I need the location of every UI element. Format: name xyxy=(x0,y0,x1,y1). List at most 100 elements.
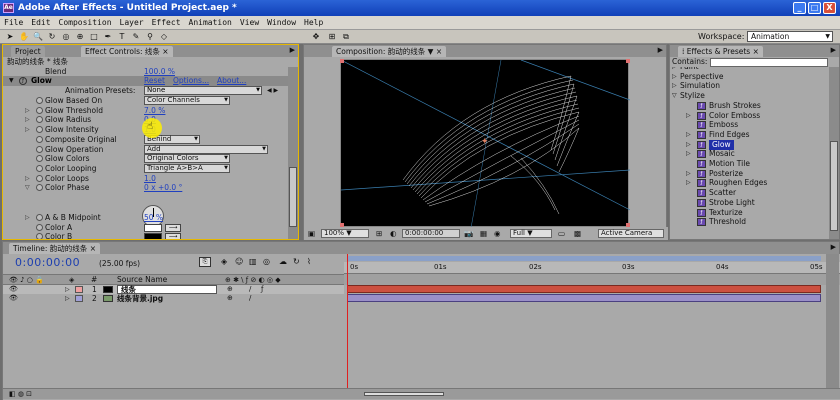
always-preview-icon[interactable]: ▣ xyxy=(308,227,315,240)
view-axis-icon[interactable]: ⧉ xyxy=(340,31,352,42)
stopwatch-icon[interactable] xyxy=(36,155,43,163)
zoom-select[interactable]: 100% ▼ xyxy=(321,229,369,238)
tab-project[interactable]: Project xyxy=(11,46,45,57)
minimize-button[interactable]: _ xyxy=(793,2,806,14)
tab-timeline[interactable]: Timeline: 韵动的线条 × xyxy=(9,243,100,254)
effect-row-value[interactable]: 0 x +0.0 ° xyxy=(144,183,182,193)
preset-item[interactable]: ▷ ƒ Mosaic xyxy=(670,149,830,159)
stopwatch-icon[interactable] xyxy=(36,135,43,143)
show-snapshot-icon[interactable]: ▦ xyxy=(480,227,487,240)
comp-timecode[interactable]: 0:00:00:00 xyxy=(402,229,460,238)
presets-scrollbar[interactable] xyxy=(829,67,839,239)
color-swatch[interactable] xyxy=(144,233,162,239)
tab-composition[interactable]: Composition: 韵动的线条 ▼ × xyxy=(332,46,447,57)
menu-help[interactable]: Help xyxy=(300,16,327,30)
contains-search-input[interactable] xyxy=(710,58,828,67)
frame-blending-icon[interactable]: ▥ xyxy=(249,257,257,266)
hand-tool-icon[interactable]: ✋ xyxy=(18,31,30,42)
twirl-icon[interactable]: ▷ xyxy=(25,106,30,116)
menu-effect[interactable]: Effect xyxy=(148,16,185,30)
selection-tool-icon[interactable]: ➤ xyxy=(4,31,16,42)
menu-animation[interactable]: Animation xyxy=(185,16,236,30)
current-time-indicator[interactable] xyxy=(347,254,348,388)
visibility-eye-icon[interactable]: 👁 xyxy=(9,294,18,303)
stopwatch-icon[interactable] xyxy=(36,233,43,239)
orbit-camera-tool-icon[interactable]: ◎ xyxy=(60,31,72,42)
brainstorm-icon[interactable]: ☁ xyxy=(279,257,287,266)
label-color-swatch[interactable] xyxy=(75,286,83,293)
rotate-tool-icon[interactable]: ↻ xyxy=(46,31,58,42)
menu-file[interactable]: File xyxy=(0,16,27,30)
panel-menu-icon[interactable]: ▶ xyxy=(658,46,663,54)
stopwatch-icon[interactable] xyxy=(36,126,43,134)
chevron-down-icon[interactable]: ▼ xyxy=(9,76,14,86)
visibility-eye-icon[interactable]: 👁 xyxy=(9,285,18,294)
eyedropper-icon[interactable]: ⟶ xyxy=(165,233,181,239)
quality-switch-icon[interactable]: / xyxy=(249,294,251,303)
column-source-name[interactable]: Source Name xyxy=(117,275,167,284)
chevron-right-icon[interactable]: ▷ xyxy=(686,140,691,150)
preset-item[interactable]: ƒ Strobe Light xyxy=(670,198,830,208)
shy-icon[interactable]: ☺ xyxy=(235,257,243,266)
color-channels-icon[interactable]: ◉ xyxy=(494,227,501,240)
preset-item[interactable]: ▽ Stylize xyxy=(670,91,830,101)
time-ruler[interactable]: 0s 01s 02s 03s 04s 05s xyxy=(344,262,840,274)
composition-viewer[interactable]: ✦ xyxy=(340,59,631,229)
effect-panel-scrollbar[interactable] xyxy=(288,67,298,239)
menu-view[interactable]: View xyxy=(236,16,263,30)
preset-item[interactable]: ƒ Brush Strokes xyxy=(670,101,830,111)
twirl-icon[interactable]: ▽ xyxy=(25,183,30,193)
effect-row-value[interactable]: 7.0 % xyxy=(144,106,165,116)
twirl-icon[interactable]: ▷ xyxy=(25,213,30,223)
options-link[interactable]: Options... xyxy=(173,76,209,86)
preset-item[interactable]: ƒ Motion Tile xyxy=(670,159,830,169)
maximize-button[interactable]: □ xyxy=(808,2,821,14)
presets-select[interactable]: None xyxy=(144,86,262,95)
preset-item[interactable]: ƒ Threshold xyxy=(670,217,830,227)
comp-marker-icon[interactable]: ⎘ xyxy=(199,257,211,267)
pen-tool-icon[interactable]: ✒ xyxy=(102,31,114,42)
preset-item[interactable]: ƒ Texturize xyxy=(670,208,830,218)
live-update-icon[interactable]: ↻ xyxy=(293,257,300,266)
preset-item[interactable]: ▷ ƒ Posterize xyxy=(670,169,830,179)
chevron-right-icon[interactable]: ▷ xyxy=(686,130,691,140)
twirl-icon[interactable]: ▷ xyxy=(25,115,30,125)
stopwatch-icon[interactable] xyxy=(36,184,43,192)
stopwatch-icon[interactable] xyxy=(36,214,43,221)
stopwatch-icon[interactable] xyxy=(36,174,43,182)
camera-select[interactable]: Active Camera xyxy=(598,229,664,238)
chevron-right-icon[interactable]: ▷ xyxy=(686,111,691,121)
pan-behind-tool-icon[interactable]: ⊕ xyxy=(74,31,86,42)
panel-menu-icon[interactable]: ▶ xyxy=(290,46,295,54)
close-icon[interactable]: × xyxy=(436,47,442,56)
close-icon[interactable]: × xyxy=(162,47,168,56)
chevron-right-icon[interactable]: ▷ xyxy=(686,149,691,159)
local-axis-icon[interactable]: ✥ xyxy=(310,31,322,42)
tab-effects-presets[interactable]: ⁞ Effects & Presets × xyxy=(678,46,763,57)
chevron-right-icon[interactable]: ▷ xyxy=(672,72,677,82)
preset-item[interactable]: ▷ ƒ Roughen Edges xyxy=(670,178,830,188)
tab-effect-controls[interactable]: Effect Controls: 线条 × xyxy=(81,46,173,57)
table-row[interactable]: 👁 ▷ 1 线条 ⊕ / ƒ xyxy=(3,285,344,294)
preset-item[interactable]: ▷ ƒ Find Edges xyxy=(670,130,830,140)
preset-item[interactable]: ▷ ƒ Glow xyxy=(670,139,830,150)
label-color-swatch[interactable] xyxy=(75,295,83,302)
chevron-right-icon[interactable]: ▷ xyxy=(65,285,70,294)
preset-item[interactable]: ƒ Emboss xyxy=(670,120,830,130)
menu-window[interactable]: Window xyxy=(263,16,300,30)
panel-menu-icon[interactable]: ▶ xyxy=(831,46,836,54)
stopwatch-icon[interactable] xyxy=(36,164,43,172)
mask-view-icon[interactable]: ◐ xyxy=(390,227,397,240)
preset-item[interactable]: ƒ Scatter xyxy=(670,188,830,198)
quality-switch-icon[interactable]: / xyxy=(249,285,251,294)
mask-tool-icon[interactable]: □ xyxy=(88,31,100,42)
text-tool-icon[interactable]: T xyxy=(116,31,128,42)
timeline-timecode[interactable]: 0:00:00:00 xyxy=(15,256,80,269)
stopwatch-icon[interactable] xyxy=(36,97,43,104)
brush-tool-icon[interactable]: ✎ xyxy=(130,31,142,42)
clone-stamp-tool-icon[interactable]: ⚲ xyxy=(144,31,156,42)
eraser-tool-icon[interactable]: ◇ xyxy=(158,31,170,42)
chevron-right-icon[interactable]: ▷ xyxy=(686,169,691,179)
chevron-right-icon[interactable]: ▷ xyxy=(672,81,677,91)
work-area-bar[interactable] xyxy=(344,254,840,262)
